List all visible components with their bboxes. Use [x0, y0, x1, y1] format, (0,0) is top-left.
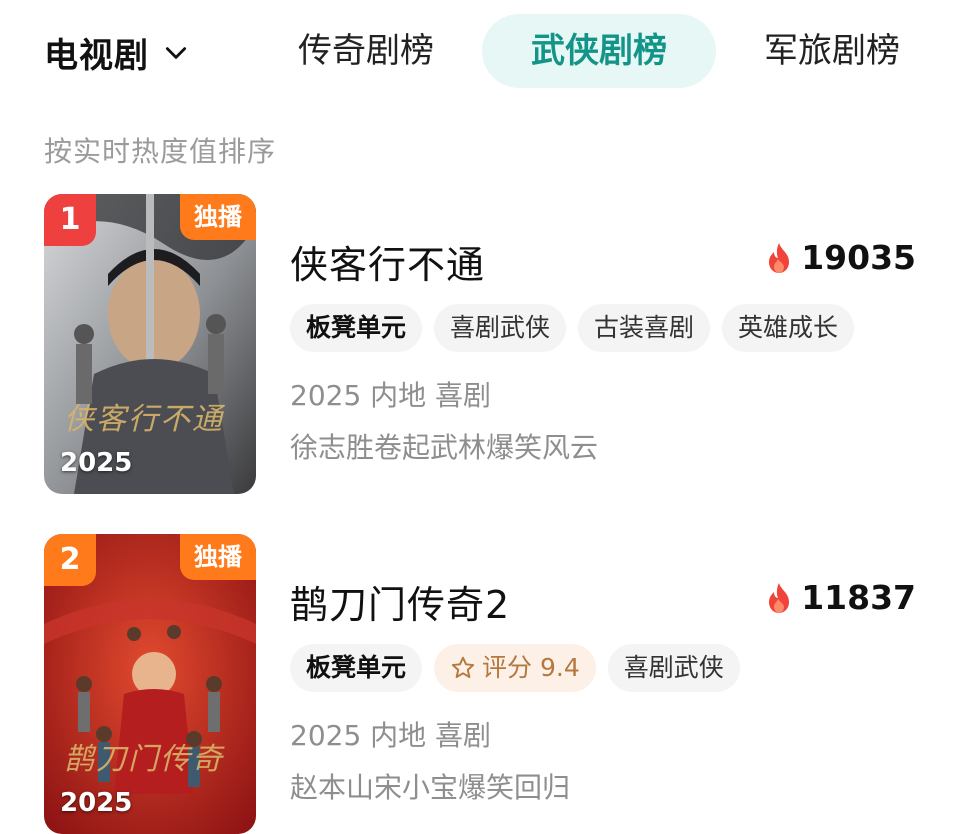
tag[interactable]: 喜剧武侠 — [607, 644, 740, 692]
drama-meta: 2025 内地 喜剧 — [290, 719, 492, 752]
poster-image[interactable]: 1 独播 侠客行不通 2025 — [44, 194, 256, 494]
heat-value: 19035 — [801, 238, 916, 277]
flame-icon — [769, 242, 790, 273]
drama-title[interactable]: 侠客行不通 — [290, 234, 485, 289]
exclusive-badge: 独播 — [180, 194, 256, 240]
heat-score: 11837 — [765, 578, 916, 617]
chevron-down-icon — [165, 46, 187, 59]
poster-title-art: 侠客行不通 — [64, 402, 224, 437]
tag[interactable]: 喜剧武侠 — [434, 304, 567, 352]
drama-title[interactable]: 鹊刀门传奇2 — [290, 574, 510, 629]
tab-military-ranking[interactable]: 军旅剧榜 — [746, 14, 918, 88]
drama-description: 徐志胜卷起武林爆笑风云 — [290, 431, 599, 464]
tag[interactable]: 古装喜剧 — [578, 304, 711, 352]
tab-legend-ranking[interactable]: 传奇剧榜 — [280, 14, 452, 88]
exclusive-badge: 独播 — [180, 534, 256, 580]
heat-value: 11837 — [801, 578, 916, 617]
rank-badge: 1 — [44, 194, 96, 246]
list-item[interactable]: 1 独播 侠客行不通 2025 侠客行不通 19035 板凳单元 喜剧武侠 古装… — [0, 194, 960, 494]
drama-meta: 2025 内地 喜剧 — [290, 379, 492, 412]
category-dropdown[interactable]: 电视剧 — [44, 28, 189, 77]
poster-year: 2025 — [60, 448, 133, 478]
rating-tag[interactable]: 评分 9.4 — [434, 644, 596, 692]
heat-score: 19035 — [765, 238, 916, 277]
sort-hint: 按实时热度值排序 — [44, 135, 277, 168]
rating-label: 评分 9.4 — [482, 653, 580, 682]
tag[interactable]: 英雄成长 — [722, 304, 855, 352]
category-label: 电视剧 — [44, 36, 149, 76]
star-icon — [451, 656, 475, 678]
list-item[interactable]: 2 独播 鹊刀门传奇 2025 鹊刀门传奇2 11837 板凳单元 评分 9.4… — [0, 534, 960, 834]
tag-list: 板凳单元 评分 9.4 喜剧武侠 — [290, 644, 740, 692]
poster-year: 2025 — [60, 788, 133, 818]
tag[interactable]: 板凳单元 — [290, 644, 423, 692]
flame-icon — [769, 582, 790, 613]
tag[interactable]: 板凳单元 — [290, 304, 423, 352]
rank-badge: 2 — [44, 534, 96, 586]
drama-description: 赵本山宋小宝爆笑回归 — [290, 771, 571, 804]
poster-title-art: 鹊刀门传奇 — [64, 742, 224, 777]
tab-wuxia-ranking[interactable]: 武侠剧榜 — [482, 14, 716, 88]
top-tab-bar: 电视剧 传奇剧榜 武侠剧榜 军旅剧榜 — [0, 0, 960, 108]
tag-list: 板凳单元 喜剧武侠 古装喜剧 英雄成长 — [290, 304, 855, 352]
poster-image[interactable]: 2 独播 鹊刀门传奇 2025 — [44, 534, 256, 834]
